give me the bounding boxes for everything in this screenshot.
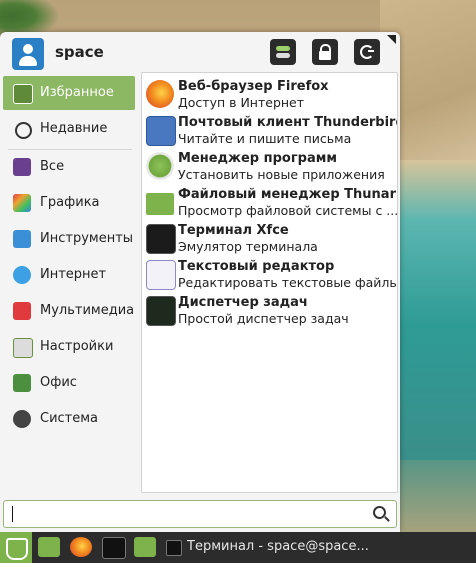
app-description: Просмотр файловой системы с ... bbox=[178, 203, 398, 218]
username: space bbox=[55, 43, 104, 61]
app-description: Доступ в Интернет bbox=[178, 95, 305, 110]
task-manager-icon bbox=[146, 296, 176, 326]
category-favorites[interactable]: Избранное bbox=[3, 76, 135, 110]
app-item-text-editor[interactable]: Текстовый редактор Редактировать текстов… bbox=[142, 257, 397, 293]
menu-header: space bbox=[0, 32, 400, 74]
app-description: Установить новые приложения bbox=[178, 167, 385, 182]
category-settings[interactable]: Настройки bbox=[3, 330, 135, 364]
terminal-icon[interactable] bbox=[102, 537, 126, 559]
firefox-icon bbox=[146, 80, 174, 108]
application-list: Веб-браузер Firefox Доступ в Интернет По… bbox=[141, 72, 398, 493]
app-item-firefox[interactable]: Веб-браузер Firefox Доступ в Интернет bbox=[142, 77, 397, 113]
category-label: Система bbox=[40, 411, 99, 426]
app-name: Диспетчер задач bbox=[178, 295, 308, 310]
logout-button[interactable] bbox=[354, 39, 380, 65]
clock-icon bbox=[15, 122, 32, 139]
desktop-icon[interactable] bbox=[38, 537, 60, 557]
category-recent[interactable]: Недавние bbox=[3, 112, 135, 146]
app-name: Текстовый редактор bbox=[178, 259, 335, 274]
category-multimedia[interactable]: Мультимедиа bbox=[3, 294, 135, 328]
software-manager-icon bbox=[146, 152, 174, 180]
settings-icon bbox=[13, 338, 33, 358]
user-avatar-icon[interactable] bbox=[12, 38, 44, 70]
settings-button[interactable] bbox=[270, 39, 296, 65]
all-apps-icon bbox=[13, 158, 31, 176]
text-cursor bbox=[12, 506, 13, 522]
category-list: Избранное Недавние Все Графика Инструмен… bbox=[0, 74, 140, 494]
taskbar-window-label: Терминал - space@space... bbox=[187, 539, 369, 554]
mail-icon bbox=[146, 116, 176, 146]
app-description: Редактировать текстовые файлы bbox=[178, 275, 398, 290]
logout-icon bbox=[360, 45, 374, 59]
category-graphics[interactable]: Графика bbox=[3, 186, 135, 220]
search-icon[interactable] bbox=[373, 506, 386, 519]
folder-icon bbox=[146, 193, 174, 215]
app-name: Менеджер программ bbox=[178, 151, 337, 166]
star-icon bbox=[13, 84, 33, 104]
app-description: Простой диспетчер задач bbox=[178, 311, 349, 326]
app-item-task-manager[interactable]: Диспетчер задач Простой диспетчер задач bbox=[142, 293, 397, 329]
category-system[interactable]: Система bbox=[3, 402, 135, 436]
category-office[interactable]: Офис bbox=[3, 366, 135, 400]
app-name: Файловый менеджер Thunar bbox=[178, 187, 396, 202]
terminal-icon bbox=[146, 224, 176, 254]
category-all[interactable]: Все bbox=[3, 150, 135, 184]
app-item-thunderbird[interactable]: Почтовый клиент Thunderbird Читайте и пи… bbox=[142, 113, 397, 149]
category-label: Избранное bbox=[40, 85, 114, 100]
category-label: Недавние bbox=[40, 121, 108, 136]
tools-icon bbox=[13, 230, 31, 248]
search-input[interactable] bbox=[10, 504, 364, 524]
office-icon bbox=[13, 374, 31, 392]
cloud-icon bbox=[13, 266, 31, 284]
bottom-panel: Терминал - space@space... bbox=[0, 532, 476, 563]
category-label: Мультимедиа bbox=[40, 303, 135, 318]
app-description: Эмулятор терминала bbox=[178, 239, 318, 254]
category-tools[interactable]: Инструменты bbox=[3, 222, 135, 256]
category-label: Интернет bbox=[40, 267, 107, 282]
application-menu: space Избранное Недавние Все Графика Инс… bbox=[0, 32, 400, 532]
start-menu-button[interactable] bbox=[0, 532, 32, 563]
text-editor-icon bbox=[146, 260, 176, 290]
search-box[interactable] bbox=[3, 500, 397, 528]
app-description: Читайте и пишите письма bbox=[178, 131, 352, 146]
category-label: Настройки bbox=[40, 339, 114, 354]
settings-toggle-icon bbox=[276, 46, 290, 51]
folder-icon[interactable] bbox=[134, 537, 156, 557]
app-item-terminal[interactable]: Терминал Xfce Эмулятор терминала bbox=[142, 221, 397, 257]
play-icon bbox=[13, 302, 31, 320]
graphics-icon bbox=[13, 194, 31, 212]
category-label: Офис bbox=[40, 375, 77, 390]
category-label: Все bbox=[40, 159, 65, 174]
lock-button[interactable] bbox=[312, 39, 338, 65]
app-item-thunar[interactable]: Файловый менеджер Thunar Просмотр файлов… bbox=[142, 185, 397, 221]
category-label: Инструменты bbox=[40, 231, 134, 246]
app-name: Веб-браузер Firefox bbox=[178, 79, 329, 94]
app-name: Почтовый клиент Thunderbird bbox=[178, 115, 398, 130]
terminal-icon bbox=[166, 540, 182, 556]
firefox-icon[interactable] bbox=[70, 537, 92, 557]
gear-icon bbox=[13, 410, 31, 428]
category-internet[interactable]: Интернет bbox=[3, 258, 135, 292]
app-item-software-manager[interactable]: Менеджер программ Установить новые прило… bbox=[142, 149, 397, 185]
category-label: Графика bbox=[40, 195, 100, 210]
taskbar-terminal-window[interactable]: Терминал - space@space... bbox=[160, 532, 369, 563]
mint-logo-icon bbox=[6, 538, 28, 560]
app-name: Терминал Xfce bbox=[178, 223, 289, 238]
